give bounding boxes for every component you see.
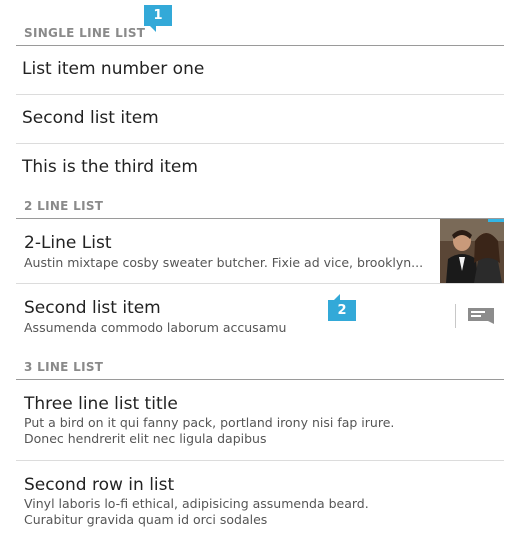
list-item[interactable]: Second list item <box>16 95 504 144</box>
list-item-line-1: Put a bird on it qui fanny pack, portlan… <box>24 415 395 430</box>
list-item-line-1: Vinyl laboris lo-fi ethical, adipisicing… <box>24 496 369 511</box>
list-item-title: Second list item <box>24 298 161 318</box>
callout-badge-2: 2 <box>328 294 356 321</box>
list-item-subtitle: Assumenda commodo laborum accusamu <box>24 320 287 335</box>
list-item-label: Second list item <box>22 108 159 128</box>
list-item-subtitle: Austin mixtape cosby sweater butcher. Fi… <box>24 255 424 270</box>
list-item[interactable]: Second row in list Vinyl laboris lo-fi e… <box>16 461 504 545</box>
list-item-label: List item number one <box>22 59 205 79</box>
section-header-single-line: SINGLE LINE LIST <box>16 26 504 46</box>
section-header-two-line: 2 LINE LIST <box>16 199 504 219</box>
list-item[interactable]: 2-Line List Austin mixtape cosby sweater… <box>16 219 504 284</box>
list-item[interactable]: List item number one <box>16 46 504 95</box>
callout-badge-1: 1 <box>144 5 172 32</box>
list-item-title: 2-Line List <box>24 233 112 253</box>
photo-thumbnail[interactable] <box>440 219 504 283</box>
section-header-three-line: 3 LINE LIST <box>16 360 504 380</box>
message-icon[interactable] <box>468 308 494 324</box>
list-item[interactable]: This is the third item <box>16 144 504 192</box>
list-item-title: Three line list title <box>24 394 178 414</box>
list-item-label: This is the third item <box>22 157 198 177</box>
list-item-line-2: Donec hendrerit elit nec ligula dapibus <box>24 431 267 446</box>
list-item[interactable]: Three line list title Put a bird on it q… <box>16 380 504 461</box>
list-item-line-2: Curabitur gravida quam id orci sodales <box>24 512 268 527</box>
callout-badge-2-label: 2 <box>337 303 347 318</box>
list-item-title: Second row in list <box>24 475 175 495</box>
list-item[interactable]: Second list item Assumenda commodo labor… <box>16 284 504 348</box>
callout-badge-1-label: 1 <box>153 8 163 23</box>
vertical-divider <box>455 304 456 328</box>
